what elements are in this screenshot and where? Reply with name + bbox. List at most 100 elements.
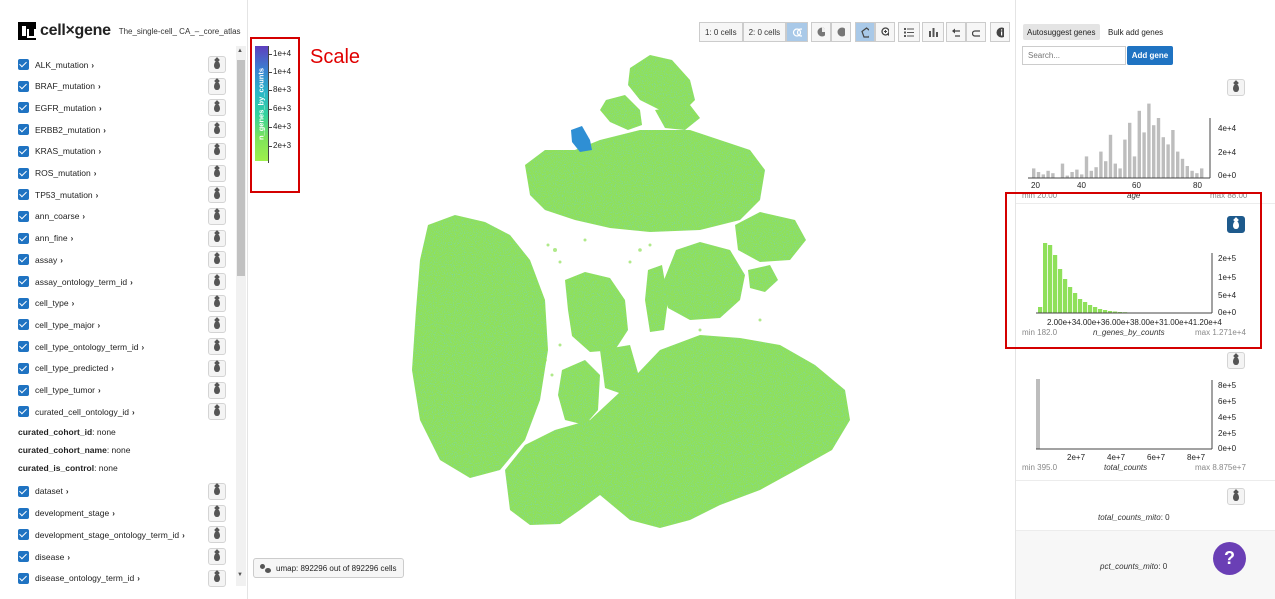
category-checkbox[interactable]	[18, 254, 29, 266]
chevron-right-icon[interactable]: ›	[72, 299, 75, 308]
category-checkbox[interactable]	[18, 210, 29, 222]
category-row[interactable]: ann_coarse ›	[0, 206, 234, 227]
category-checkbox[interactable]	[18, 167, 29, 179]
scroll-up-icon[interactable]: ▲	[237, 48, 243, 54]
color-by-button[interactable]	[208, 548, 226, 565]
category-checkbox[interactable]	[18, 232, 29, 244]
category-label[interactable]: ann_fine ›	[35, 233, 73, 243]
color-by-button[interactable]	[208, 229, 226, 247]
category-row[interactable]: KRAS_mutation ›	[0, 141, 234, 162]
category-label[interactable]: disease_ontology_term_id ›	[35, 573, 140, 583]
category-row[interactable]: EGFR_mutation ›	[0, 97, 234, 118]
chevron-right-icon[interactable]: ›	[132, 408, 135, 417]
category-row[interactable]: cell_type ›	[0, 293, 234, 314]
category-row[interactable]: cell_type_ontology_term_id ›	[0, 336, 234, 357]
color-by-button[interactable]	[208, 403, 226, 421]
circle-icon[interactable]	[831, 22, 851, 42]
category-checkbox[interactable]	[18, 297, 29, 309]
category-label[interactable]: cell_type_predicted ›	[35, 363, 114, 373]
undo-icon[interactable]	[946, 22, 966, 42]
category-checkbox[interactable]	[18, 485, 29, 497]
chevron-right-icon[interactable]: ›	[98, 147, 101, 156]
category-checkbox[interactable]	[18, 102, 29, 114]
category-label[interactable]: assay_ontology_term_id ›	[35, 277, 133, 287]
category-label[interactable]: cell_type ›	[35, 298, 74, 308]
category-row[interactable]: development_stage ›	[0, 503, 234, 524]
category-label[interactable]: EGFR_mutation ›	[35, 103, 102, 113]
category-row[interactable]: ALK_mutation ›	[0, 54, 234, 75]
category-row[interactable]: cell_type_major ›	[0, 314, 234, 335]
category-row[interactable]: assay ›	[0, 249, 234, 270]
category-checkbox[interactable]	[18, 572, 29, 584]
age-color-button[interactable]	[1227, 79, 1245, 96]
chevron-right-icon[interactable]: ›	[96, 191, 99, 200]
add-gene-button[interactable]: Add gene	[1127, 46, 1173, 65]
chevron-right-icon[interactable]: ›	[71, 234, 74, 243]
chevron-right-icon[interactable]: ›	[66, 487, 69, 496]
category-label[interactable]: dataset ›	[35, 486, 69, 496]
tab-bulk-add-genes[interactable]: Bulk add genes	[1108, 24, 1163, 40]
category-row[interactable]: assay_ontology_term_id ›	[0, 271, 234, 292]
category-checkbox[interactable]	[18, 341, 29, 353]
chevron-right-icon[interactable]: ›	[99, 104, 102, 113]
category-checkbox[interactable]	[18, 319, 29, 331]
category-checkbox[interactable]	[18, 59, 29, 70]
list-icon[interactable]	[898, 22, 920, 42]
category-label[interactable]: ROS_mutation ›	[35, 168, 96, 178]
chevron-right-icon[interactable]: ›	[82, 212, 85, 221]
category-row[interactable]: ROS_mutation ›	[0, 163, 234, 184]
category-row[interactable]: development_stage_ontology_term_id ›	[0, 524, 234, 545]
zoom-icon[interactable]	[875, 22, 895, 42]
category-row[interactable]: dataset ›	[0, 481, 234, 502]
chevron-right-icon[interactable]: ›	[111, 364, 114, 373]
color-by-button[interactable]	[208, 569, 226, 587]
category-checkbox[interactable]	[18, 189, 29, 201]
chevron-right-icon[interactable]: ›	[91, 61, 94, 70]
category-label[interactable]: cell_type_major ›	[35, 320, 100, 330]
chevron-right-icon[interactable]: ›	[60, 256, 63, 265]
venn-icon[interactable]	[786, 22, 809, 42]
category-row[interactable]: ann_fine ›	[0, 228, 234, 249]
chevron-right-icon[interactable]: ›	[98, 386, 101, 395]
cell-set-2-button[interactable]: 2: 0 cells	[742, 22, 787, 42]
tab-autosuggest-genes[interactable]: Autosuggest genes	[1023, 24, 1100, 40]
category-checkbox[interactable]	[18, 551, 29, 562]
category-label[interactable]: cell_type_tumor ›	[35, 385, 101, 395]
chevron-right-icon[interactable]: ›	[137, 574, 140, 583]
info-icon[interactable]	[990, 22, 1010, 42]
scroll-down-icon[interactable]: ▼	[237, 572, 243, 578]
category-label[interactable]: BRAF_mutation ›	[35, 81, 101, 91]
category-row[interactable]: ERBB2_mutation ›	[0, 119, 234, 140]
category-label[interactable]: assay ›	[35, 255, 63, 265]
category-label[interactable]: KRAS_mutation ›	[35, 146, 101, 156]
chevron-right-icon[interactable]: ›	[182, 531, 185, 540]
category-label[interactable]: ann_coarse ›	[35, 211, 85, 221]
bar-chart-icon[interactable]	[922, 22, 944, 42]
color-by-button[interactable]	[208, 99, 226, 117]
cell-set-1-button[interactable]: 1: 0 cells	[699, 22, 743, 42]
color-by-button[interactable]	[208, 186, 226, 204]
category-label[interactable]: ERBB2_mutation ›	[35, 125, 106, 135]
category-checkbox[interactable]	[18, 276, 29, 287]
scroll-thumb[interactable]	[237, 60, 245, 276]
category-label[interactable]: development_stage ›	[35, 508, 115, 518]
color-by-button[interactable]	[208, 77, 226, 95]
color-by-button[interactable]	[208, 482, 226, 500]
pie-chart-icon[interactable]	[811, 22, 831, 42]
category-checkbox[interactable]	[18, 80, 29, 92]
color-by-button[interactable]	[208, 381, 226, 399]
umap-embedding[interactable]	[400, 40, 870, 540]
category-label[interactable]: ALK_mutation ›	[35, 60, 94, 70]
color-by-button[interactable]	[208, 359, 226, 377]
color-by-button[interactable]	[208, 142, 226, 160]
chevron-right-icon[interactable]: ›	[130, 278, 133, 287]
chevron-right-icon[interactable]: ›	[98, 82, 101, 91]
color-by-button[interactable]	[208, 526, 226, 544]
category-row[interactable]: disease_ontology_term_id ›	[0, 568, 234, 587]
category-checkbox[interactable]	[18, 384, 29, 396]
embedding-status-button[interactable]: umap: 892296 out of 892296 cells	[253, 558, 404, 578]
chevron-right-icon[interactable]: ›	[98, 321, 101, 330]
color-by-button[interactable]	[208, 316, 226, 334]
category-checkbox[interactable]	[18, 362, 29, 374]
color-by-button[interactable]	[208, 251, 226, 269]
